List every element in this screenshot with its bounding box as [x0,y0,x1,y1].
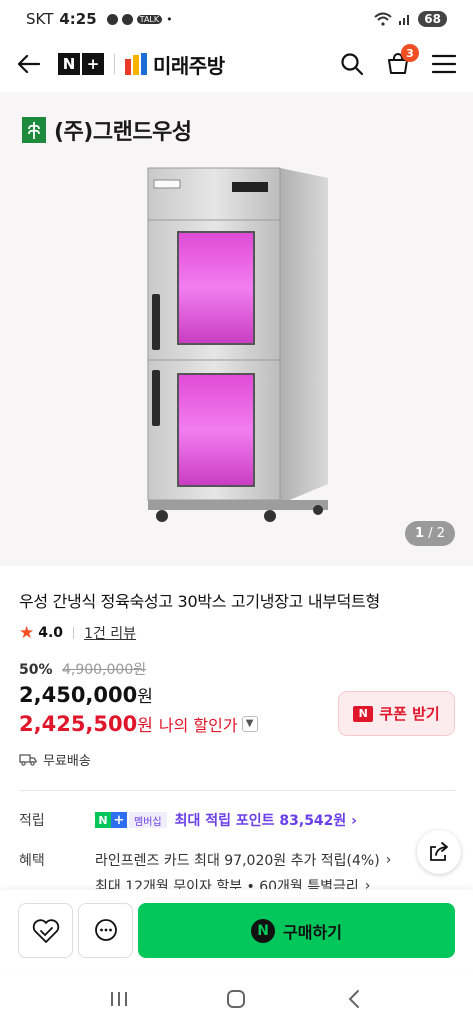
plus-icon: + [111,812,127,828]
system-icons: 68 [374,11,447,27]
brand-name: (주)그랜드우성 [54,120,192,145]
coupon-label: 쿠폰 받기 [379,705,440,723]
benefit-row[interactable]: 혜택 라인프렌즈 카드 최대 97,020원 추가 적립(4%) › [19,850,391,870]
benefit-key: 혜택 [19,853,45,869]
points-row: 적립 N + 멤버십 최대 적립 포인트 83,542원 › [19,810,357,830]
app-header: N + 미래주방 3 [0,38,473,90]
shop-mark-icon [125,53,147,75]
chat-icon [121,13,133,25]
clock: 4:25 [59,10,97,28]
nplus-n: N [58,53,80,75]
truck-icon [19,754,37,766]
status-bar: SKT 4:25 TALK • 68 [0,0,473,38]
purchase-bar: N 구매하기 [0,890,473,970]
naver-n-icon: N [95,812,111,828]
chevron-down-icon[interactable]: ▼ [241,715,258,732]
coupon-button[interactable]: N 쿠폰 받기 [338,691,455,736]
share-button[interactable] [417,830,461,874]
search-icon [341,53,364,76]
more-dot-icon: • [166,12,173,26]
inquiry-button[interactable] [78,903,133,958]
battery-indicator: 68 [418,11,447,27]
buy-button[interactable]: N 구매하기 [138,903,455,958]
sale-price-unit: 원 [137,687,153,707]
original-price: 4,900,000원 [61,662,147,678]
chevron-left-icon [348,990,360,1008]
points-key: 적립 [19,813,45,829]
signal-icon [399,15,410,25]
nplus-plus: + [82,53,104,75]
nplus-membership-badge: N + 멤버십 [95,811,167,829]
shipping-text: 무료배송 [43,754,91,769]
recent-apps-icon [110,992,127,1006]
header-divider [114,54,115,74]
pager-current: 1 [415,526,425,541]
heart-check-icon [32,918,59,943]
arrow-left-icon [18,55,40,73]
discount-percent: 50% [19,662,53,678]
star-icon: ★ [19,623,35,643]
section-divider [19,790,455,791]
share-icon [430,842,448,861]
product-image-carousel[interactable]: (주)그랜드우성 1 / 2 [0,92,473,566]
benefit-line-1: 라인프렌즈 카드 최대 97,020원 추가 적립(4%) [95,853,380,869]
chevron-right-icon: › [385,852,392,868]
shop-logo[interactable]: 미래주방 [125,50,225,79]
rating-row: ★ 4.0 1건 리뷰 [19,623,136,643]
notification-icon [106,13,118,25]
leaf-logo-icon [22,117,46,143]
points-text: 최대 적립 포인트 83,542원 [174,813,347,829]
back-button[interactable] [14,49,44,79]
points-link[interactable]: 최대 적립 포인트 83,542원 › [175,810,357,830]
talk-icon: TALK [136,14,163,24]
my-price-label: 나의 할인가 [158,715,238,735]
naver-pay-icon: N [251,918,276,943]
chevron-right-icon: › [351,813,357,829]
discount-row: 50% 4,900,000원 [19,659,146,679]
my-price-unit: 원 [137,716,153,736]
home-icon [227,990,246,1008]
header-actions: 3 [337,44,459,79]
search-button[interactable] [337,49,367,79]
wishlist-button[interactable] [18,903,73,958]
image-pager: 1 / 2 [405,521,455,546]
system-back-button[interactable] [334,979,374,1019]
cart-count-badge: 3 [401,44,419,62]
sale-price: 2,450,000원 [19,682,153,707]
membership-label: 멤버십 [129,812,167,828]
pager-separator: / [424,526,437,541]
product-title: 우성 간냉식 정육숙성고 30박스 고기냉장고 내부덕트형 [19,592,380,611]
rating-score: 4.0 [38,625,64,641]
my-price-value: 2,425,500 [19,711,138,736]
hamburger-menu-icon [432,54,456,74]
system-navigation-bar [0,974,473,1024]
rating-divider [73,627,75,639]
brand-logo: (주)그랜드우성 [22,114,192,146]
carrier-label: SKT [26,10,54,28]
nplus-store-logo[interactable]: N + [58,53,104,75]
home-button[interactable] [216,979,256,1019]
wifi-icon [374,12,392,26]
notification-icons: TALK • [106,12,173,26]
chat-bubble-icon [94,918,117,941]
my-discount-price[interactable]: 2,425,500 원 나의 할인가 ▼ [19,711,258,736]
shop-name: 미래주방 [153,53,225,78]
coupon-n-icon: N [353,705,374,722]
buy-label: 구매하기 [283,922,342,942]
shipping-row: 무료배송 [19,750,91,769]
review-link[interactable]: 1건 리뷰 [84,623,136,643]
recent-apps-button[interactable] [99,979,139,1019]
refrigerator-image [147,167,328,522]
pager-total: 2 [436,526,445,541]
menu-button[interactable] [429,49,459,79]
cart-button[interactable]: 3 [383,44,419,79]
sale-price-value: 2,450,000 [19,683,138,707]
